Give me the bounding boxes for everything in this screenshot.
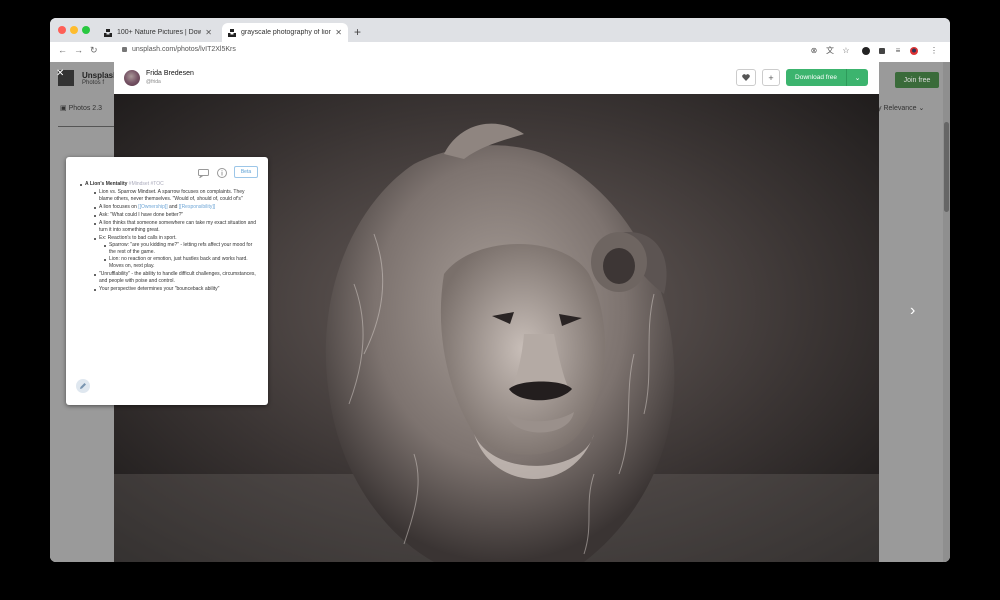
responsibility-link[interactable]: [[Responsibility]] [179,204,215,210]
list-item[interactable]: Your perspective determines your "bounce… [85,286,258,293]
like-button[interactable] [736,69,756,86]
list-item[interactable]: Sparrow: "are you kidding me?" - letting… [99,242,258,256]
edit-pencil-icon[interactable] [76,379,90,393]
sort-dropdown[interactable]: y Relevance ⌄ [878,104,924,112]
list-item[interactable]: A Lion's Mentality #Mindset #TOC Lion vs… [76,181,258,293]
list-item[interactable]: Lion vs. Sparrow Mindset. A sparrow focu… [85,189,258,203]
author-avatar[interactable] [124,70,140,86]
ownership-link[interactable]: [[Ownership]] [138,204,167,210]
zoom-window-button[interactable] [82,26,90,34]
url-text: unsplash.com/photos/lvIT2Xl5Krs [132,46,236,53]
tab-title: grayscale photography of lion [241,29,332,36]
lock-icon [122,46,127,52]
scrollbar-thumb[interactable] [944,122,949,212]
download-button[interactable]: Download free ⌄ [786,69,868,86]
beta-badge: Beta [234,166,258,178]
list-item[interactable]: "Unrufflability" - the ability to handle… [85,271,258,285]
address-bar[interactable]: unsplash.com/photos/lvIT2Xl5Krs [122,46,236,53]
download-label: Download free [795,74,837,81]
list-item-text: A lion focuses on [99,204,139,210]
photos-tab[interactable]: ▣ Photos 2.3 [60,104,102,112]
new-tab-icon[interactable]: + [354,25,361,39]
join-free-button[interactable]: Join free [895,72,939,88]
reading-list-icon[interactable]: ≡ [894,47,902,55]
list-item[interactable]: A lion focuses on [[Ownership]] and [[Re… [85,204,258,211]
note-tags[interactable]: #Mindset #TOC [129,181,164,187]
roam-notes-panel: Beta A Lion's Mentality #Mindset #TOC Li… [66,157,268,405]
unsplash-favicon-icon [228,28,236,37]
unsplash-favicon-icon [104,28,112,37]
back-icon[interactable]: ← [58,45,67,55]
list-item-text: and [167,204,179,210]
modal-header: Frida Bredesen @frida + Download free ⌄ [114,62,879,94]
translate-icon[interactable]: 文 [826,47,834,55]
list-item[interactable]: A lion thinks that someone somewhere can… [85,220,258,234]
author-handle: @frida [146,79,161,85]
extension-dark-icon[interactable] [862,47,870,55]
tab-underline [58,126,118,127]
plus-icon: + [768,72,774,83]
chevron-down-icon[interactable]: ⌄ [847,74,868,82]
brand-subtitle: Photos f [82,80,105,86]
brand-name: Unsplash [82,71,119,80]
forward-icon[interactable]: → [74,45,83,55]
reload-icon[interactable]: ↻ [90,45,98,56]
list-item-text: Ex: Reaction's to bad calls in sport. [99,235,177,241]
lens-icon[interactable]: ⊗ [810,47,818,55]
next-photo-chevron-right-icon[interactable]: › [910,302,915,320]
list-item[interactable]: Lion: no reaction or emotion, just hustl… [99,256,258,270]
close-window-button[interactable] [58,26,66,34]
minimize-window-button[interactable] [70,26,78,34]
author-name[interactable]: Frida Bredesen [146,70,194,77]
note-title: A Lion's Mentality [85,181,128,187]
close-tab-icon[interactable]: ✕ [205,28,212,37]
sort-label: y Relevance [878,105,917,112]
tab-lion-photo[interactable]: grayscale photography of lion ✕ [222,23,348,42]
close-modal-icon[interactable]: ✕ [56,68,64,79]
tab-strip: 100+ Nature Pictures | Downlo ✕ grayscal… [50,18,950,42]
tab-nature-pictures[interactable]: 100+ Nature Pictures | Downlo ✕ [98,23,218,42]
tab-title: 100+ Nature Pictures | Downlo [117,29,202,36]
bookmark-star-icon[interactable]: ☆ [842,47,850,55]
browser-toolbar: ← → ↻ unsplash.com/photos/lvIT2Xl5Krs ⊗ … [50,42,950,63]
list-item[interactable]: Ex: Reaction's to bad calls in sport. Sp… [85,235,258,270]
profile-avatar-icon[interactable] [910,47,918,55]
notes-list: A Lion's Mentality #Mindset #TOC Lion vs… [76,181,258,294]
list-item[interactable]: Ask: "What could I have done better?" [85,212,258,219]
close-tab-icon[interactable]: ✕ [335,28,342,37]
more-menu-icon[interactable]: ⋮ [930,47,938,55]
heart-icon [742,74,750,81]
photos-tab-label: Photos 2.3 [68,105,103,112]
extension-icon[interactable] [878,47,886,55]
add-to-collection-button[interactable]: + [762,69,780,86]
